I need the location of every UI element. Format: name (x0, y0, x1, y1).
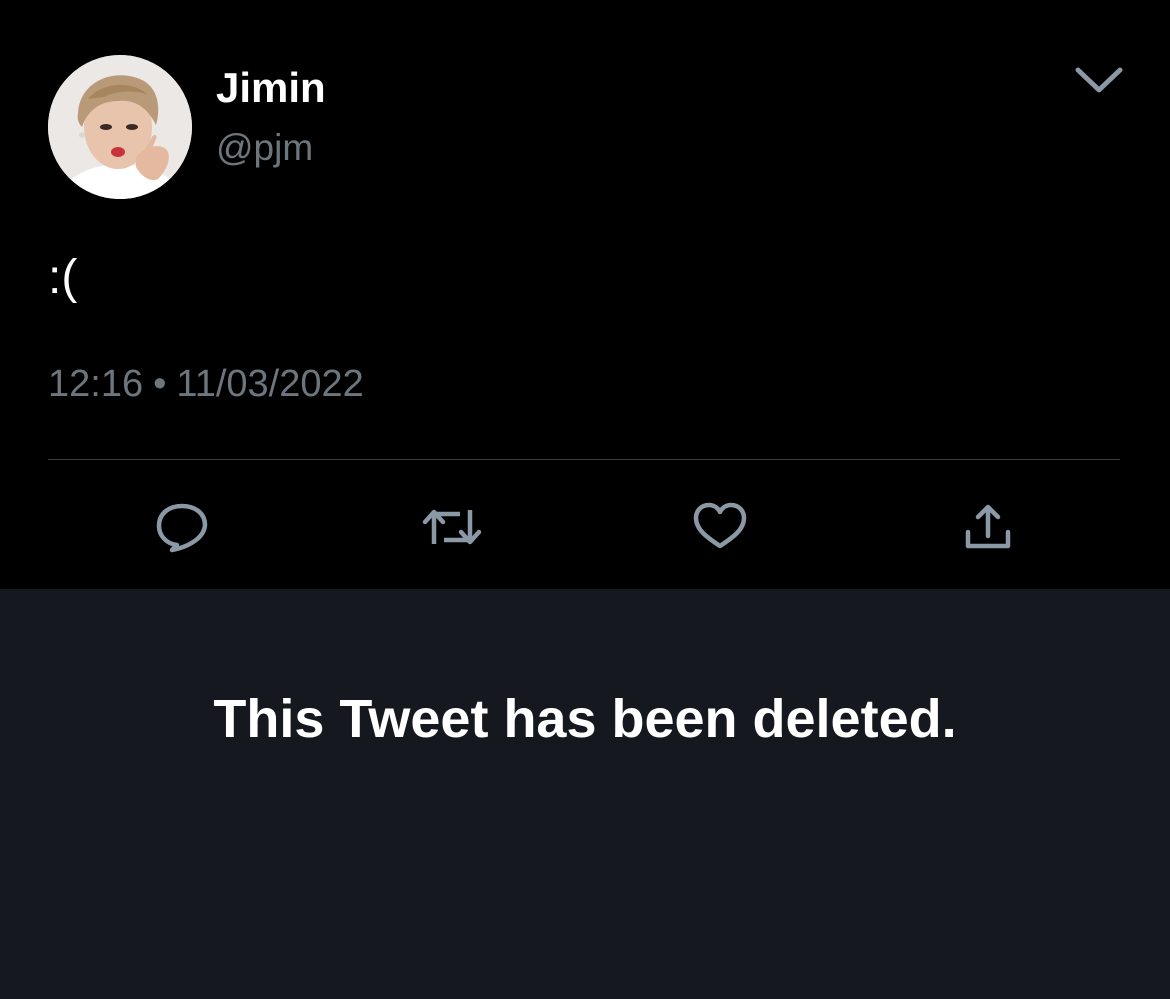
profile-photo (48, 55, 192, 199)
speech-bubble-icon (156, 503, 208, 553)
tweet-date: 11/03/2022 (176, 363, 364, 405)
reply-button[interactable] (152, 500, 212, 554)
tweet-time: 12:16 (48, 363, 144, 405)
heart-icon (693, 502, 747, 549)
timestamp-separator: • (153, 363, 167, 405)
retweet-button[interactable] (422, 500, 482, 554)
like-button[interactable] (690, 500, 750, 554)
upload-arrow-icon (965, 504, 1011, 549)
page: Jimin @pjm :( 12:16 • 11/03/2022 This Tw… (0, 0, 1170, 999)
deleted-notice-text: This Tweet has been deleted. (213, 689, 957, 749)
divider (48, 459, 1120, 460)
deleted-notice-panel (0, 589, 1170, 999)
tweet-card: Jimin @pjm :( 12:16 • 11/03/2022 (0, 0, 1170, 589)
chevron-down-icon[interactable] (1072, 60, 1126, 100)
share-button[interactable] (958, 500, 1018, 554)
avatar[interactable] (48, 55, 192, 199)
user-handle[interactable]: @pjm (216, 126, 313, 170)
tweet-text: :( (48, 251, 78, 304)
tweet-timestamp: 12:16 • 11/03/2022 (48, 362, 364, 406)
display-name[interactable]: Jimin (216, 64, 326, 112)
retweet-arrows-icon (422, 509, 482, 545)
